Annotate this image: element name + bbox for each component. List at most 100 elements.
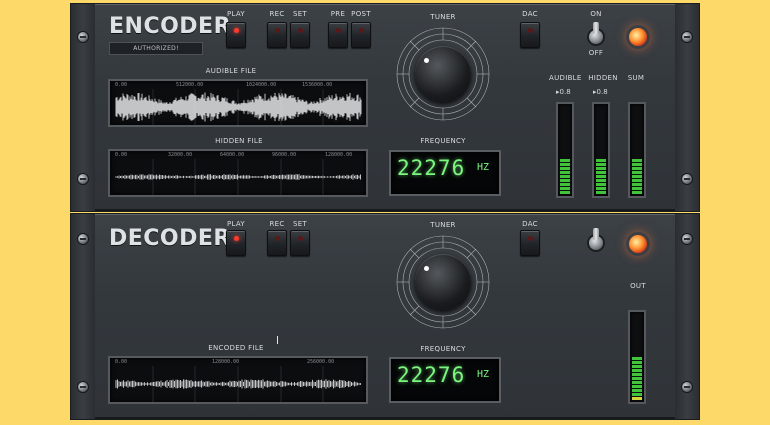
audible-waveform-display[interactable]: 0.00 512000.00 1024000.00 1536000.00	[108, 79, 368, 127]
play-label: PLAY	[226, 10, 245, 18]
meter-segment	[596, 163, 606, 166]
meter-segment	[632, 385, 642, 388]
led-icon	[528, 28, 533, 33]
play-button[interactable]	[226, 22, 246, 48]
screw-icon	[78, 174, 88, 184]
meter-segment	[596, 187, 606, 190]
hidden-waveform-display[interactable]: 0.00 32000.00 64000.00 96000.00 128000.0…	[108, 149, 368, 197]
dac-button[interactable]	[520, 22, 540, 48]
led-icon	[234, 236, 239, 241]
led-icon	[359, 28, 364, 33]
meter-segment	[632, 357, 642, 360]
frequency-label: FREQUENCY	[420, 345, 466, 353]
rack-ear-right	[675, 214, 699, 419]
meter-label-out: OUT	[630, 282, 646, 290]
screw-icon	[682, 382, 692, 392]
meter-segment	[560, 191, 570, 194]
rec-button[interactable]	[267, 22, 287, 48]
power-toggle[interactable]	[589, 228, 603, 250]
dac-label: DAC	[522, 10, 538, 18]
screw-icon	[682, 234, 692, 244]
set-button[interactable]	[290, 22, 310, 48]
meter-segment	[560, 183, 570, 186]
power-off-label: OFF	[588, 49, 604, 57]
meter-segment	[632, 163, 642, 166]
pre-button[interactable]	[328, 22, 348, 48]
play-button[interactable]	[226, 230, 246, 256]
power-lamp-icon	[629, 235, 647, 253]
post-label: POST	[351, 10, 371, 18]
tuner-knob[interactable]	[415, 46, 471, 102]
tick-label: 64000.00	[220, 152, 245, 158]
tuner-knob[interactable]	[415, 254, 471, 310]
set-button[interactable]	[290, 230, 310, 256]
tuner-dial[interactable]	[393, 232, 493, 332]
meter-segment	[596, 171, 606, 174]
led-icon	[298, 236, 303, 241]
tuner-label: TUNER	[430, 221, 456, 229]
tuner-dial[interactable]	[393, 24, 493, 124]
authorized-badge: AUTHORIZED!	[109, 42, 203, 55]
meter-segment	[632, 369, 642, 372]
rec-button[interactable]	[267, 230, 287, 256]
meter-segment	[560, 179, 570, 182]
power-toggle[interactable]	[589, 22, 603, 44]
tick-label: 1024000.00	[246, 82, 277, 88]
tick-label: 0.00	[115, 359, 128, 365]
meter-segment	[632, 167, 642, 170]
meter-segment	[596, 167, 606, 170]
dac-label: DAC	[522, 220, 538, 228]
post-button[interactable]	[351, 22, 371, 48]
rack-ear-left	[71, 4, 95, 211]
meter-out	[628, 310, 646, 404]
meter-segment	[560, 175, 570, 178]
frequency-display: 22276 HZ	[389, 357, 501, 403]
meter-audible	[556, 102, 574, 198]
power-lamp-icon	[629, 28, 647, 46]
power-on-label: ON	[590, 10, 602, 18]
frequency-value: 22276	[397, 156, 466, 180]
text-cursor-icon	[277, 336, 278, 344]
meter-segment	[596, 191, 606, 194]
screw-icon	[682, 174, 692, 184]
encoded-file-label: ENCODED FILE	[208, 344, 264, 352]
knob-indicator-icon	[424, 266, 429, 271]
meter-segment	[632, 187, 642, 190]
meter-segment	[632, 183, 642, 186]
meter-segment	[632, 171, 642, 174]
dac-button[interactable]	[520, 230, 540, 256]
meter-segment	[596, 175, 606, 178]
encoded-waveform-display[interactable]: 0.00 128000.00 256000.00	[108, 356, 368, 404]
meter-segment	[632, 381, 642, 384]
led-icon	[275, 236, 280, 241]
meter-segment	[596, 179, 606, 182]
frequency-unit: HZ	[476, 369, 489, 380]
encoder-title: ENCODER	[109, 14, 232, 39]
meter-hidden	[592, 102, 610, 198]
tick-label: 32000.00	[168, 152, 193, 158]
meter-segment	[632, 373, 642, 376]
meter-segment	[596, 159, 606, 162]
rec-label: REC	[269, 10, 285, 18]
rack-ear-right	[675, 4, 699, 211]
tick-label: 128000.00	[325, 152, 353, 158]
meter-segment	[632, 377, 642, 380]
pre-label: PRE	[330, 10, 346, 18]
play-label: PLAY	[226, 220, 245, 228]
meter-label-sum: SUM	[627, 74, 645, 82]
tick-label: 0.00	[115, 82, 128, 88]
encoder-panel: ENCODER AUTHORIZED! PLAY REC SET PRE POS…	[70, 3, 700, 212]
screw-icon	[78, 234, 88, 244]
meter-segment	[560, 171, 570, 174]
frequency-unit: HZ	[476, 162, 489, 173]
hidden-file-label: HIDDEN FILE	[215, 137, 263, 145]
meter-segment	[632, 191, 642, 194]
led-icon	[298, 28, 303, 33]
meter-sum	[628, 102, 646, 198]
meter-segment	[632, 361, 642, 364]
rack-ear-left	[71, 214, 95, 419]
meter-segment	[560, 163, 570, 166]
tuner-label: TUNER	[430, 13, 456, 21]
set-label: SET	[292, 220, 308, 228]
tick-label: 96000.00	[272, 152, 297, 158]
